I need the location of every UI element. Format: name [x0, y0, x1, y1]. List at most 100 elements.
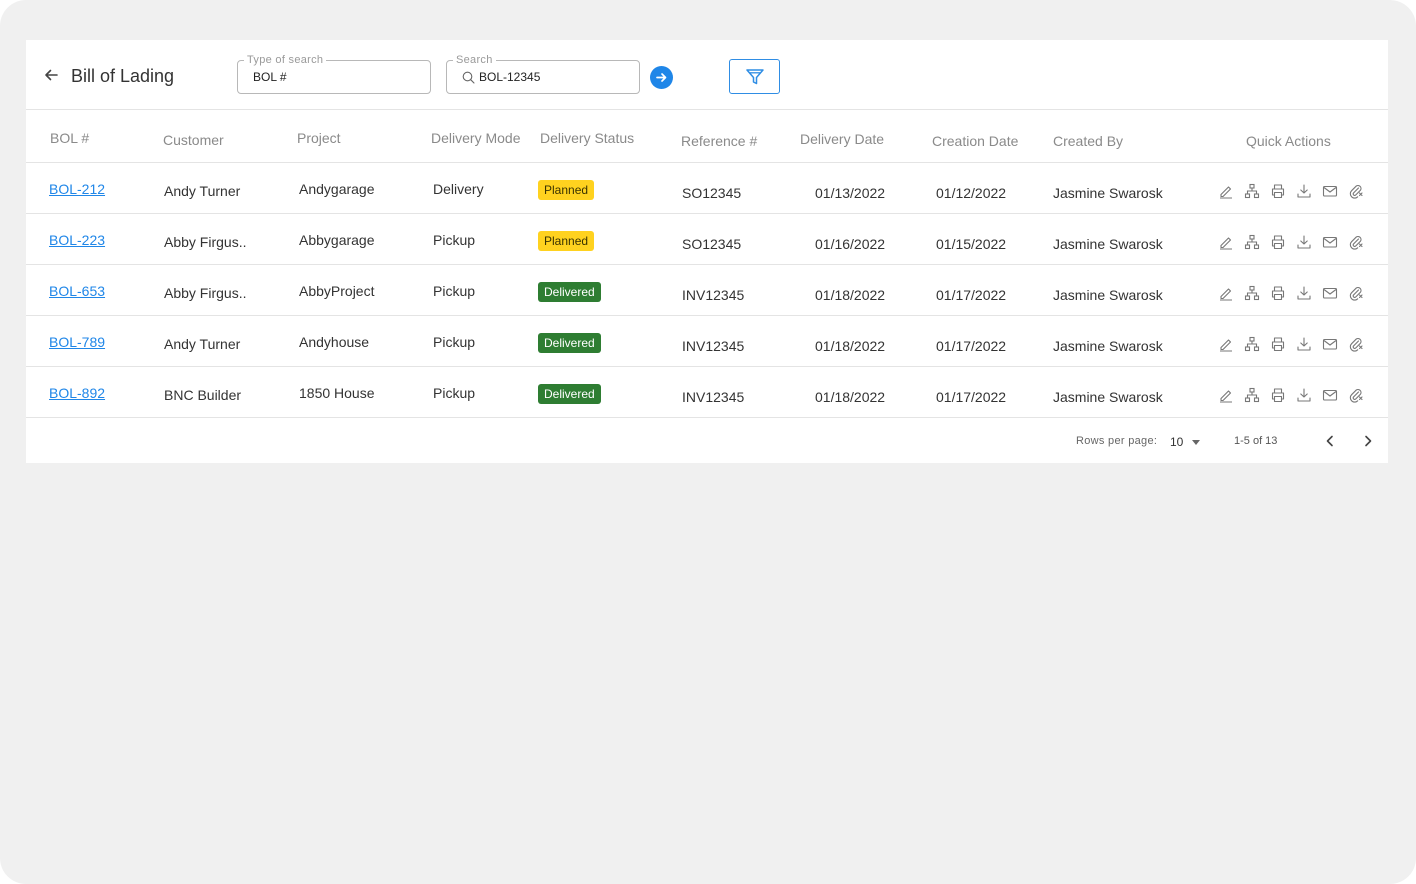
back-arrow-icon[interactable] — [42, 66, 60, 84]
filter-button[interactable] — [729, 59, 780, 94]
status-badge: Delivered — [538, 384, 601, 404]
creation-date-cell: 01/12/2022 — [936, 185, 1007, 201]
download-icon[interactable] — [1296, 336, 1312, 352]
bol-link[interactable]: BOL-789 — [49, 334, 105, 350]
mail-icon[interactable] — [1322, 336, 1338, 352]
project-cell: AbbyProject — [299, 283, 375, 299]
table-row: BOL-789 Andy Turner Andyhouse Pickup INV1234… — [26, 316, 1388, 367]
column-header-delivery-status: Delivery Status — [540, 130, 635, 146]
attachment-icon[interactable] — [1348, 387, 1364, 403]
delivery-mode-cell: Pickup — [433, 385, 476, 401]
print-icon[interactable] — [1270, 387, 1286, 403]
project-cell: 1850 House — [299, 385, 375, 401]
delivery-date-cell: 01/13/2022 — [815, 185, 886, 201]
search-input[interactable] — [447, 61, 639, 93]
page-title: Bill of Lading — [71, 66, 175, 86]
quick-actions — [1218, 336, 1368, 352]
created-by-cell: Jasmine Swarosk — [1053, 236, 1163, 252]
print-icon[interactable] — [1270, 336, 1286, 352]
customer-cell: BNC Builder — [164, 387, 242, 403]
mail-icon[interactable] — [1322, 234, 1338, 250]
edit-icon[interactable] — [1218, 387, 1234, 403]
quick-actions — [1218, 387, 1368, 403]
download-icon[interactable] — [1296, 183, 1312, 199]
quick-actions — [1218, 234, 1368, 250]
bol-link[interactable]: BOL-223 — [49, 232, 105, 248]
project-cell: Andyhouse — [299, 334, 370, 350]
creation-date-cell: 01/17/2022 — [936, 287, 1007, 303]
download-icon[interactable] — [1296, 387, 1312, 403]
status-badge: Planned — [538, 231, 595, 251]
bol-link[interactable]: BOL-892 — [49, 385, 105, 401]
pagination-bar: Rows per page: 10 1-5 of 13 — [26, 420, 1388, 463]
hierarchy-icon[interactable] — [1244, 234, 1260, 250]
hierarchy-icon[interactable] — [1244, 183, 1260, 199]
hierarchy-icon[interactable] — [1244, 387, 1260, 403]
edit-icon[interactable] — [1218, 285, 1234, 301]
bol-link[interactable]: BOL-212 — [49, 181, 105, 197]
creation-date-cell: 01/17/2022 — [936, 389, 1007, 405]
edit-icon[interactable] — [1218, 183, 1234, 199]
reference-cell: INV12345 — [682, 389, 745, 405]
edit-icon[interactable] — [1218, 336, 1234, 352]
type-of-search-field[interactable]: Type of search — [237, 53, 431, 94]
created-by-cell: Jasmine Swarosk — [1053, 287, 1163, 303]
customer-cell: Andy Turner — [164, 183, 241, 199]
table-row: BOL-223 Abby Firgus.. Abbygarage Pickup SO12… — [26, 214, 1388, 265]
column-header-customer: Customer — [163, 132, 224, 148]
chevron-left-icon[interactable] — [1323, 434, 1337, 448]
created-by-cell: Jasmine Swarosk — [1053, 389, 1163, 405]
delivery-date-cell: 01/18/2022 — [815, 287, 886, 303]
column-header-delivery-mode: Delivery Mode — [431, 130, 521, 146]
download-icon[interactable] — [1296, 285, 1312, 301]
column-header-delivery-date: Delivery Date — [800, 131, 885, 147]
table-row: BOL-653 Abby Firgus.. AbbyProject Pickup INV… — [26, 265, 1388, 316]
column-header-quick-actions: Quick Actions — [1246, 133, 1331, 149]
attachment-icon[interactable] — [1348, 336, 1364, 352]
type-of-search-input[interactable] — [238, 61, 430, 93]
reference-cell: SO12345 — [682, 185, 742, 201]
creation-date-cell: 01/15/2022 — [936, 236, 1007, 252]
print-icon[interactable] — [1270, 183, 1286, 199]
attachment-icon[interactable] — [1348, 183, 1364, 199]
created-by-cell: Jasmine Swarosk — [1053, 185, 1163, 201]
arrow-right-icon — [656, 73, 667, 82]
delivery-mode-cell: Delivery — [433, 181, 484, 197]
table-row: BOL-212 Andy Turner Andygarage Delivery SO12… — [26, 163, 1388, 214]
status-badge: Delivered — [538, 333, 601, 353]
rows-per-page-select[interactable]: 10 — [1170, 434, 1204, 450]
quick-actions — [1218, 183, 1368, 199]
attachment-icon[interactable] — [1348, 285, 1364, 301]
page-range: 1-5 of 13 — [1234, 435, 1278, 447]
print-icon[interactable] — [1270, 285, 1286, 301]
hierarchy-icon[interactable] — [1244, 285, 1260, 301]
chevron-right-icon[interactable] — [1361, 434, 1375, 448]
created-by-cell: Jasmine Swarosk — [1053, 338, 1163, 354]
app-background: Bill of Lading Type of search Search — [0, 0, 1416, 884]
delivery-mode-cell: Pickup — [433, 283, 476, 299]
creation-date-cell: 01/17/2022 — [936, 338, 1007, 354]
download-icon[interactable] — [1296, 234, 1312, 250]
toolbar: Bill of Lading Type of search Search — [26, 40, 1388, 110]
print-icon[interactable] — [1270, 234, 1286, 250]
mail-icon[interactable] — [1322, 183, 1338, 199]
caret-down-icon — [1192, 440, 1200, 445]
mail-icon[interactable] — [1322, 387, 1338, 403]
edit-icon[interactable] — [1218, 234, 1234, 250]
search-field[interactable]: Search — [446, 53, 640, 94]
customer-cell: Andy Turner — [164, 336, 241, 352]
hierarchy-icon[interactable] — [1244, 336, 1260, 352]
attachment-icon[interactable] — [1348, 234, 1364, 250]
reference-cell: INV12345 — [682, 338, 745, 354]
search-submit-button[interactable] — [650, 66, 673, 89]
delivery-date-cell: 01/18/2022 — [815, 338, 886, 354]
column-header-reference: Reference # — [681, 133, 758, 149]
rows-per-page-value: 10 — [1170, 435, 1184, 449]
delivery-date-cell: 01/16/2022 — [815, 236, 886, 252]
column-header-creation-date: Creation Date — [932, 133, 1019, 149]
bol-link[interactable]: BOL-653 — [49, 283, 105, 299]
mail-icon[interactable] — [1322, 285, 1338, 301]
column-header-bol: BOL # — [50, 130, 90, 146]
project-cell: Andygarage — [299, 181, 375, 197]
delivery-date-cell: 01/18/2022 — [815, 389, 886, 405]
